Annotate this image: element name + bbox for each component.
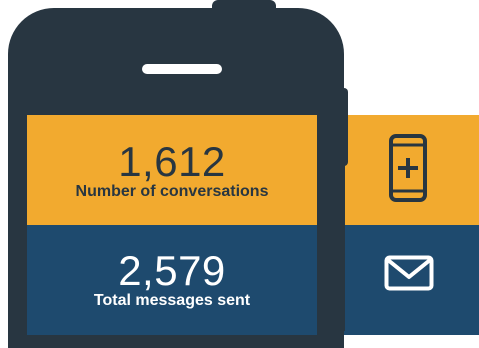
conversations-label: Number of conversations xyxy=(75,183,269,200)
envelope-icon xyxy=(384,255,434,291)
conversations-count: 1,612 xyxy=(118,138,226,185)
phone-top-button xyxy=(212,0,276,12)
messages-count: 2,579 xyxy=(118,247,226,294)
messages-label: Total messages sent xyxy=(93,292,251,309)
phone-edge-divider xyxy=(317,115,345,331)
phone-speaker xyxy=(142,64,222,74)
phone-plus-icon xyxy=(389,134,427,202)
